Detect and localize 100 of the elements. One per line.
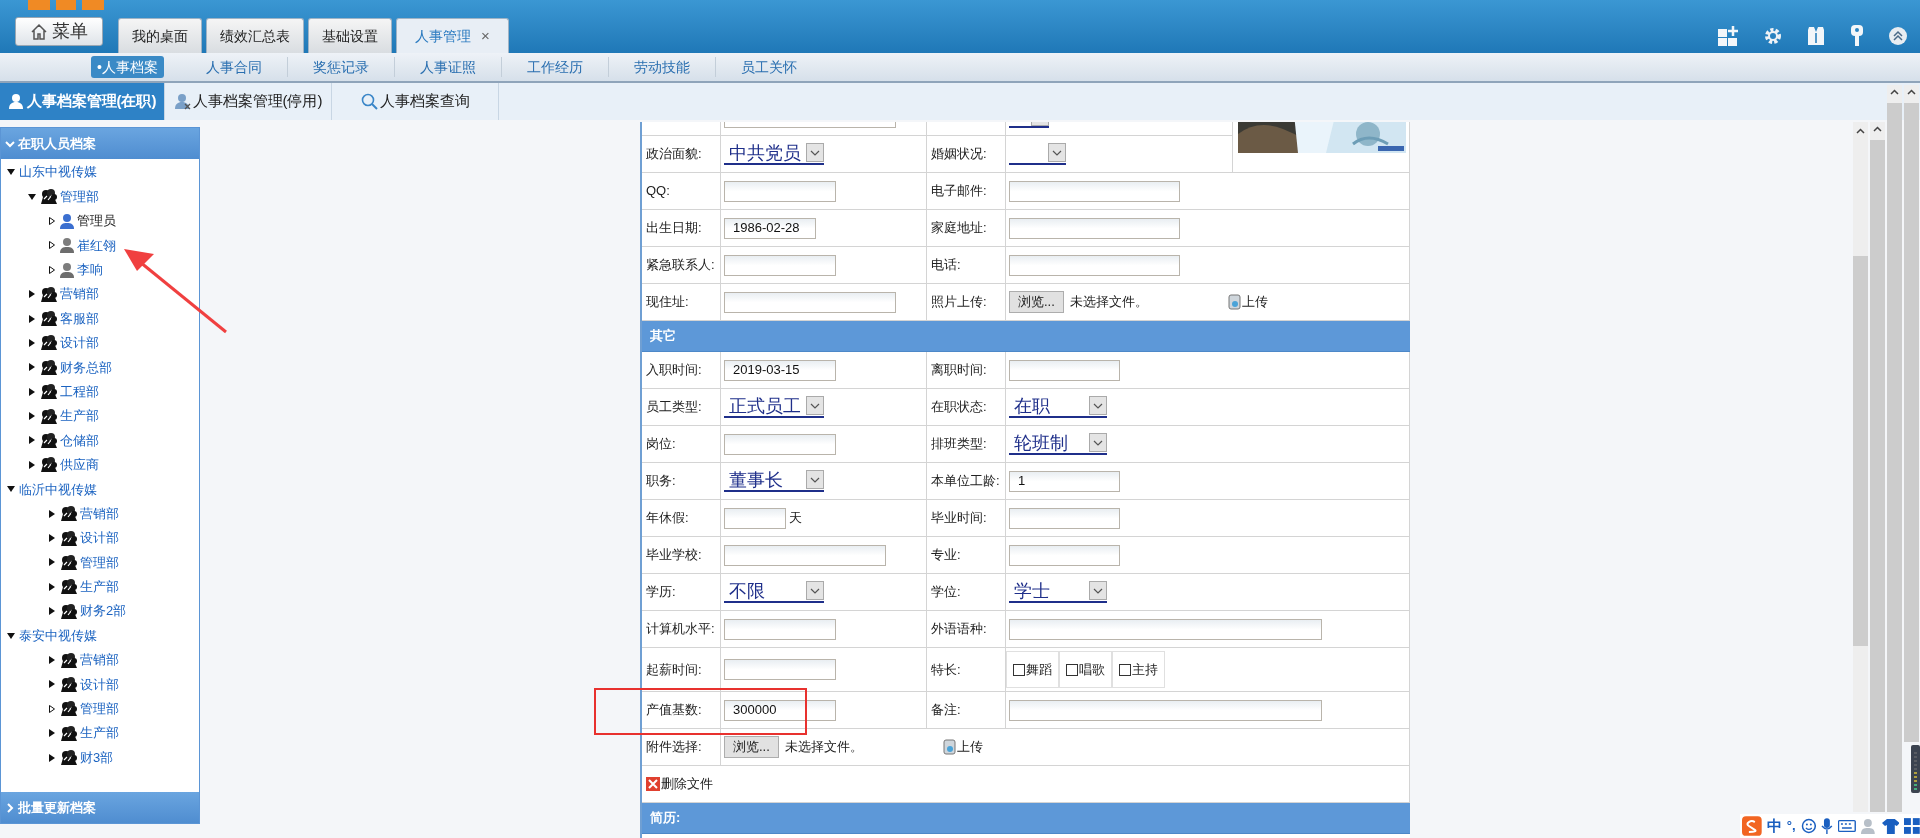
tree-item[interactable]: 工程部 [60,381,99,402]
input-field[interactable]: 1 [1009,470,1120,492]
input-field[interactable] [1009,217,1180,239]
input-field[interactable]: 2019-03-15 [724,359,836,381]
nav-tab[interactable]: 我的桌面 [118,18,202,53]
view-tab[interactable]: 人事档案管理(在职) [0,83,165,120]
tree-item[interactable]: 生产部 [80,723,119,743]
subnav-tab[interactable]: 人事合同 [180,56,287,78]
tree-item[interactable]: 财务2部 [80,601,127,621]
collapsed-icon[interactable] [47,728,57,739]
delete-file-button[interactable]: 删除文件 [646,774,713,794]
menu-button[interactable]: 菜单 [15,17,103,46]
tree-item[interactable]: 营销部 [80,503,119,524]
subnav-tab[interactable]: 人事证照 [394,56,501,78]
tree-item[interactable]: 设计部 [80,528,119,548]
input-field[interactable] [1009,180,1180,202]
input-field[interactable]: 300000 [724,699,836,721]
tree-item[interactable]: 客服部 [60,308,99,329]
input-field[interactable] [724,180,836,202]
checkbox[interactable] [1066,663,1078,676]
collapsed-icon[interactable] [27,337,37,348]
tree-item[interactable]: 设计部 [80,674,119,695]
select-field[interactable]: 董事长 [724,470,824,492]
tree-item[interactable]: 生产部 [80,577,119,597]
emoji-icon[interactable] [1800,818,1817,834]
checkbox[interactable] [1119,663,1131,676]
scrollbar[interactable] [1904,85,1919,742]
select-field[interactable]: 正式员工 [724,396,824,418]
subnav-tab[interactable]: 奖惩记录 [287,56,394,78]
checkbox-option[interactable]: 舞蹈 [1006,651,1059,688]
tree-item[interactable]: 财3部 [80,747,114,768]
collapsed-icon[interactable] [47,581,57,592]
subnav-tab[interactable]: •人事档案 [91,56,164,78]
collapsed-icon[interactable] [47,533,57,544]
input-field[interactable]: 1986-02-28 [724,217,816,239]
settings-icon[interactable] [1763,26,1783,46]
expanded-icon[interactable] [6,630,16,641]
view-tab[interactable]: 人事档案查询 [332,83,499,120]
tree-item[interactable]: 营销部 [60,284,99,304]
subnav-tab[interactable]: 劳动技能 [608,56,715,78]
nav-tab[interactable]: 基础设置 [308,18,392,53]
input-field[interactable] [724,618,836,640]
checkbox-option[interactable]: 唱歌 [1059,651,1112,688]
tree-item[interactable]: 生产部 [60,406,99,426]
tree-item[interactable]: 管理部 [80,699,119,719]
tree-item[interactable]: 李响 [77,260,103,280]
input-field[interactable] [1009,618,1322,640]
add-widget-icon[interactable] [1718,26,1740,46]
collapsed-icon[interactable] [47,240,57,251]
select-field[interactable]: 轮班制 [1009,433,1107,455]
collapsed-icon[interactable] [47,606,57,617]
select-field[interactable]: 在职 [1009,396,1107,418]
tree-item[interactable]: 设计部 [60,333,99,353]
ime-logo-icon[interactable] [1742,816,1762,836]
collapsed-icon[interactable] [27,435,37,446]
keyboard-icon[interactable] [1838,819,1856,833]
key-icon[interactable] [1849,25,1865,47]
checkbox-option[interactable]: 主持 [1112,651,1165,688]
collapsed-icon[interactable] [27,386,37,397]
tree-item[interactable]: 财务总部 [60,357,112,378]
view-tab[interactable]: 人事档案管理(停用) [165,83,332,120]
tree-item[interactable]: 崔红翎 [77,235,116,256]
input-field[interactable] [724,433,836,455]
select-field[interactable]: 中共党员 [724,143,824,165]
tree-item[interactable]: 供应商 [60,455,99,475]
subnav-tab[interactable]: 员工关怀 [715,56,822,78]
collapsed-icon[interactable] [47,679,57,690]
tree-item[interactable]: 管理部 [60,186,99,207]
collapsed-icon[interactable] [47,264,57,275]
input-field[interactable] [724,659,836,680]
collapsed-icon[interactable] [47,752,57,763]
scrollbar[interactable] [1870,122,1885,812]
input-field[interactable] [1009,254,1180,276]
select-field[interactable]: 学士 [1009,581,1107,603]
input-field[interactable] [1009,359,1120,381]
input-field[interactable] [724,291,896,313]
collapsed-icon[interactable] [47,215,57,226]
subnav-tab[interactable]: 工作经历 [501,56,608,78]
tree-item[interactable]: 管理员 [77,211,116,231]
collapsed-icon[interactable] [27,411,37,422]
input-field[interactable] [1009,544,1120,566]
tree-item[interactable]: 临沂中视传媒 [19,479,97,499]
tree-item[interactable]: 管理部 [80,552,119,573]
tree-item[interactable]: 泰安中视传媒 [19,625,97,646]
input-field[interactable] [1009,699,1322,721]
checkbox[interactable] [1013,663,1025,676]
collapsed-icon[interactable] [47,557,57,568]
close-icon[interactable]: × [481,24,490,48]
select-field[interactable]: 不限 [724,581,824,603]
tree-item[interactable]: 营销部 [80,650,119,670]
select-field[interactable] [1009,143,1066,165]
grid-icon[interactable] [1904,818,1920,834]
browse-button[interactable]: 浏览... [1009,291,1064,313]
input-field[interactable] [724,544,886,566]
nav-tab[interactable]: 绩效汇总表 [206,18,304,53]
shirt-icon[interactable] [1806,25,1826,47]
upload-button[interactable]: 上传 [942,737,983,757]
collapsed-icon[interactable] [47,703,57,714]
ime-mode[interactable]: 中 [1766,814,1782,838]
tree-item[interactable]: 山东中视传媒 [19,162,97,182]
